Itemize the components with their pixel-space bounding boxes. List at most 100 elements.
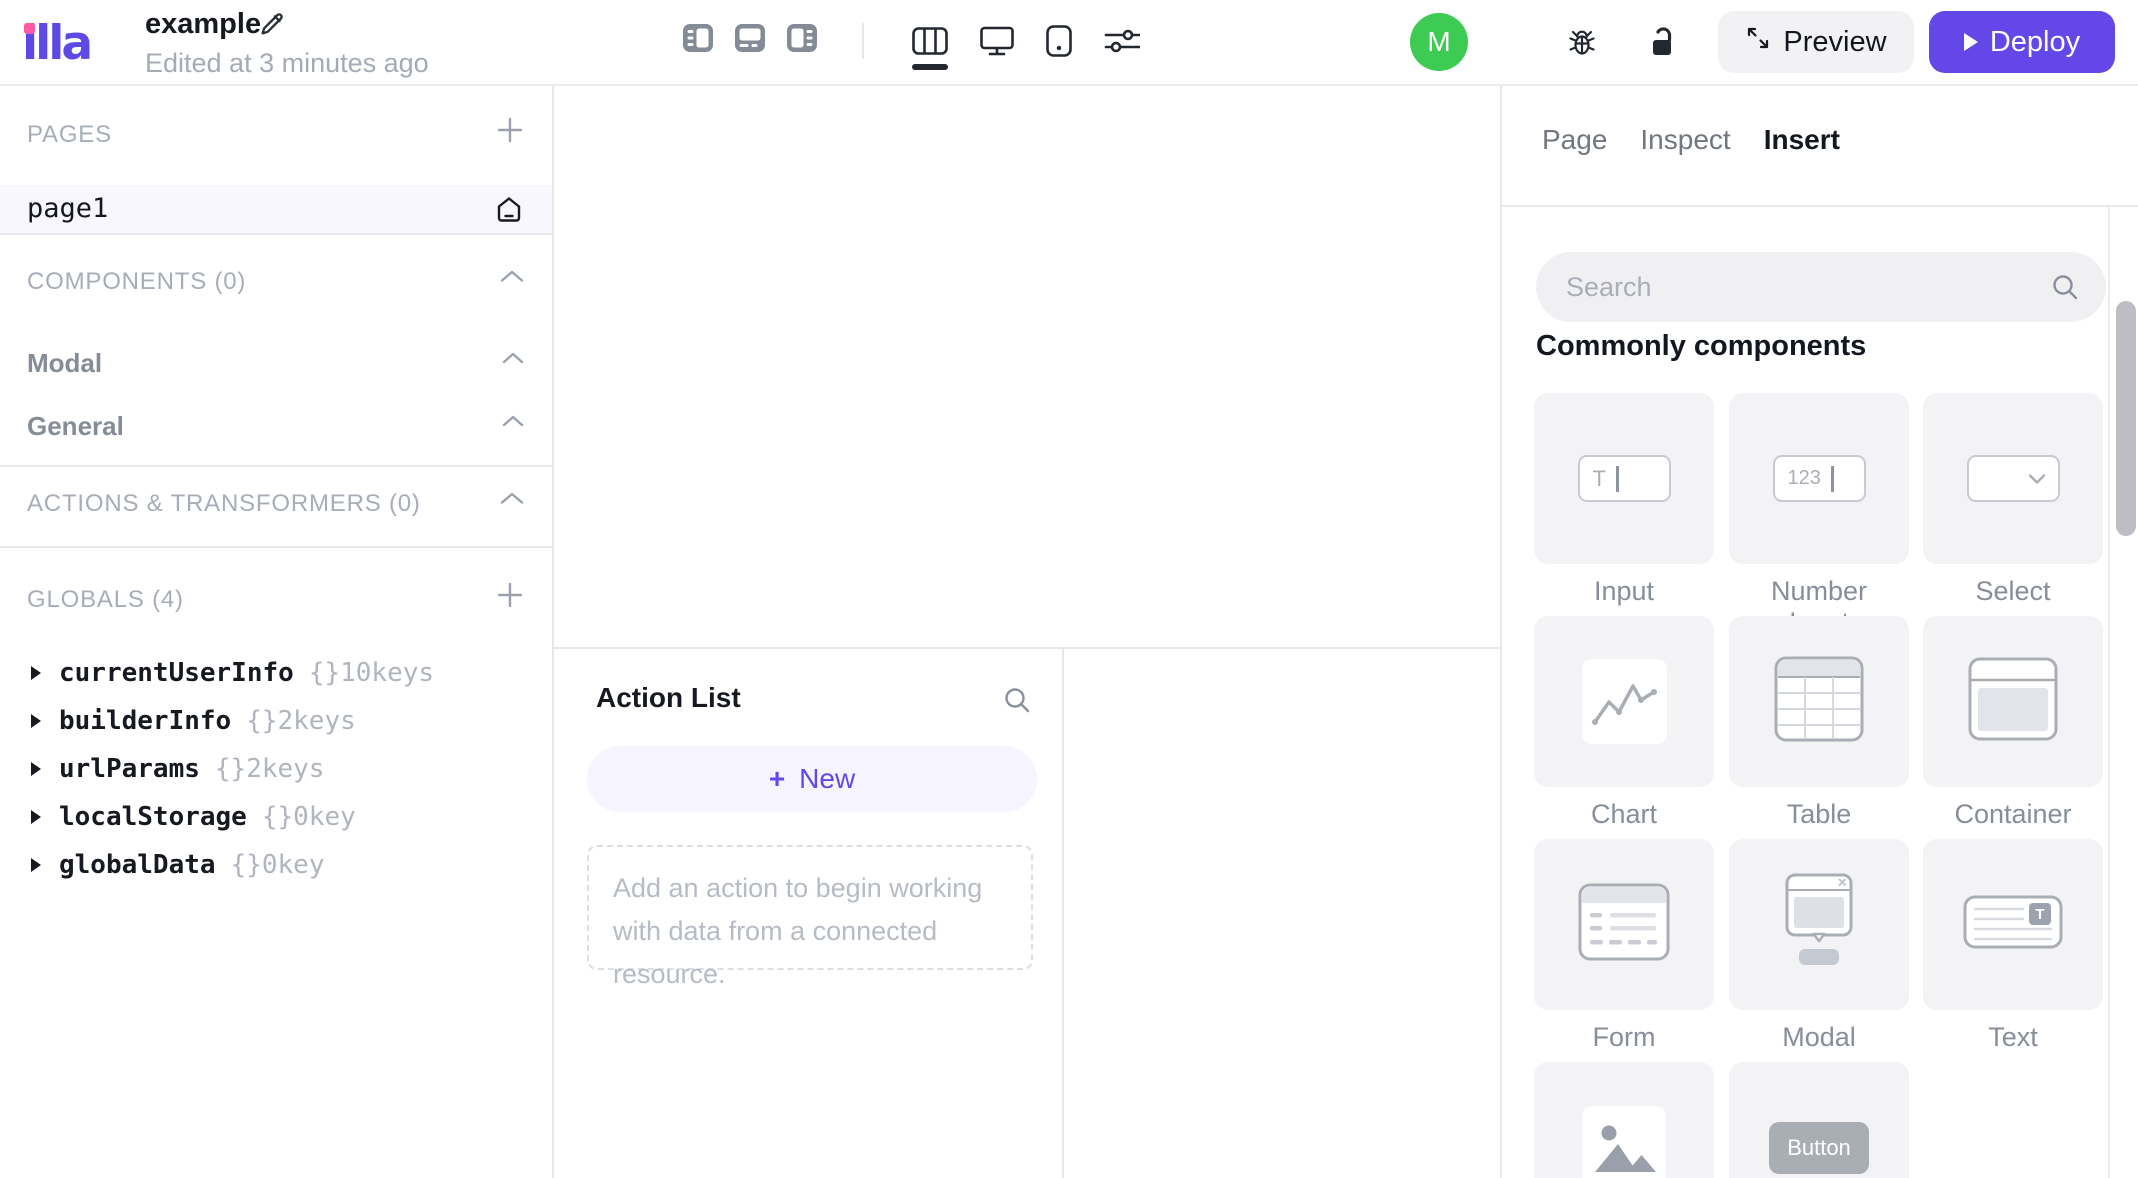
toggle-right-panel-icon[interactable] — [787, 24, 817, 57]
component-card-input[interactable]: T — [1534, 393, 1714, 564]
tablet-view-icon[interactable] — [1046, 24, 1072, 62]
component-card-modal[interactable] — [1729, 839, 1909, 1010]
global-name: builderInfo — [59, 706, 232, 736]
global-row-currentUserInfo[interactable]: currentUserInfo {}10keys — [0, 649, 552, 697]
component-card-form[interactable] — [1534, 839, 1714, 1010]
tab-page[interactable]: Page — [1542, 124, 1607, 156]
canvas-settings-icon[interactable] — [1104, 28, 1142, 59]
cursor-bar — [1615, 465, 1619, 492]
expand-triangle-icon[interactable] — [31, 858, 41, 872]
component-search-input[interactable] — [1566, 252, 2036, 322]
component-search-box — [1536, 252, 2106, 322]
logo-text: illa — [22, 16, 93, 71]
divider — [0, 546, 552, 548]
global-row-globalData[interactable]: globalData {}0key — [0, 841, 552, 889]
global-row-builderInfo[interactable]: builderInfo {}2keys — [0, 697, 552, 745]
global-name: localStorage — [59, 802, 247, 832]
toolbar-divider — [862, 23, 864, 59]
component-label: Modal — [1782, 1022, 1856, 1052]
modal-collapse-icon[interactable] — [502, 351, 524, 369]
expand-triangle-icon[interactable] — [31, 762, 41, 776]
component-card-table[interactable] — [1729, 616, 1909, 787]
sidebar-item-page1[interactable]: page1 — [0, 185, 552, 233]
component-card-button[interactable]: Button — [1729, 1062, 1909, 1178]
fit-canvas-icon[interactable] — [912, 26, 948, 60]
component-card-image[interactable] — [1534, 1062, 1714, 1178]
action-search-icon[interactable] — [1002, 685, 1032, 720]
divider — [0, 233, 552, 235]
form-icon — [1578, 883, 1670, 966]
desktop-view-icon[interactable] — [980, 26, 1014, 61]
add-global-icon[interactable] — [496, 581, 524, 614]
play-icon — [1963, 26, 1978, 59]
expand-triangle-icon[interactable] — [31, 666, 41, 680]
pages-section-header: PAGES — [27, 121, 112, 148]
illa-logo[interactable]: illa — [22, 18, 112, 74]
components-collapse-icon[interactable] — [500, 270, 524, 288]
tab-inspect[interactable]: Inspect — [1640, 124, 1730, 156]
global-meta: {}2keys — [246, 706, 356, 736]
preview-label: Preview — [1783, 25, 1887, 58]
expand-triangle-icon[interactable] — [31, 714, 41, 728]
button-icon: Button — [1769, 1121, 1869, 1174]
component-label: Container — [1954, 799, 2072, 829]
expand-triangle-icon[interactable] — [31, 810, 41, 824]
toggle-bottom-panel-icon[interactable] — [735, 24, 765, 57]
left-sidebar: PAGES page1 COMPONENTS (0) Modal General… — [0, 86, 554, 1178]
logo-pink-dot — [24, 23, 35, 34]
right-panel: Page Inspect Insert Commonly components … — [1500, 86, 2138, 1178]
avatar[interactable]: M — [1410, 13, 1468, 71]
component-group-modal[interactable]: Modal — [27, 348, 102, 379]
tab-insert[interactable]: Insert — [1764, 124, 1840, 156]
page-name: page1 — [27, 193, 109, 224]
component-card-chart[interactable] — [1534, 616, 1714, 787]
component-label: Input — [1593, 576, 1655, 606]
last-edited-text: Edited at 3 minutes ago — [145, 48, 429, 78]
general-collapse-icon[interactable] — [502, 414, 524, 432]
number-input-icon: 123 — [1772, 455, 1866, 502]
active-view-indicator — [912, 64, 948, 70]
actions-section-header: ACTIONS & TRANSFORMERS (0) — [27, 490, 421, 517]
divider — [1502, 205, 2138, 207]
global-row-urlParams[interactable]: urlParams {}2keys — [0, 745, 552, 793]
toggle-left-panel-icon[interactable] — [683, 24, 713, 57]
table-icon — [1774, 656, 1864, 747]
preview-button[interactable]: Preview — [1718, 11, 1914, 73]
component-card-select[interactable] — [1923, 393, 2103, 564]
illa-builder-app: illa example Edited at 3 minutes ago M P… — [0, 0, 2138, 1178]
actions-collapse-icon[interactable] — [500, 492, 524, 510]
global-meta: {}0key — [261, 802, 356, 832]
svg-text:T: T — [2035, 906, 2044, 923]
action-empty-hint: Add an action to begin working with data… — [587, 845, 1033, 989]
number-glyph: 123 — [1787, 467, 1821, 489]
search-icon — [2050, 272, 2080, 307]
debug-bug-icon[interactable] — [1566, 26, 1598, 63]
image-icon — [1582, 1105, 1666, 1178]
component-card-container[interactable] — [1923, 616, 2103, 787]
commonly-components-title: Commonly components — [1536, 330, 1867, 362]
text-icon: T — [1963, 895, 2063, 954]
scrollbar-thumb[interactable] — [2116, 301, 2136, 536]
unlock-icon[interactable] — [1648, 26, 1678, 63]
component-label: Text — [1988, 1022, 2038, 1052]
component-group-general[interactable]: General — [27, 411, 124, 442]
chart-icon — [1581, 659, 1667, 744]
plus-icon: + — [768, 763, 786, 794]
new-action-button[interactable]: + New — [587, 746, 1037, 812]
edit-title-icon[interactable] — [258, 10, 286, 43]
container-icon — [1968, 657, 2058, 746]
panel-toggle-group — [683, 24, 817, 57]
global-row-localStorage[interactable]: localStorage {}0key — [0, 793, 552, 841]
top-bar: illa example Edited at 3 minutes ago M P… — [0, 0, 2138, 86]
global-name: globalData — [59, 850, 216, 880]
component-card-number-input[interactable]: 123 — [1729, 393, 1909, 564]
action-list-title: Action List — [596, 682, 741, 713]
component-card-text[interactable]: T — [1923, 839, 2103, 1010]
app-title: example — [145, 8, 262, 40]
expand-arrows-icon — [1745, 25, 1771, 59]
canvas-area[interactable]: Action List + New Add an action to begin… — [554, 86, 1500, 1178]
global-meta: {}10keys — [308, 658, 435, 688]
global-meta: {}2keys — [214, 754, 325, 784]
add-page-icon[interactable] — [496, 116, 524, 149]
deploy-button[interactable]: Deploy — [1929, 11, 2115, 73]
